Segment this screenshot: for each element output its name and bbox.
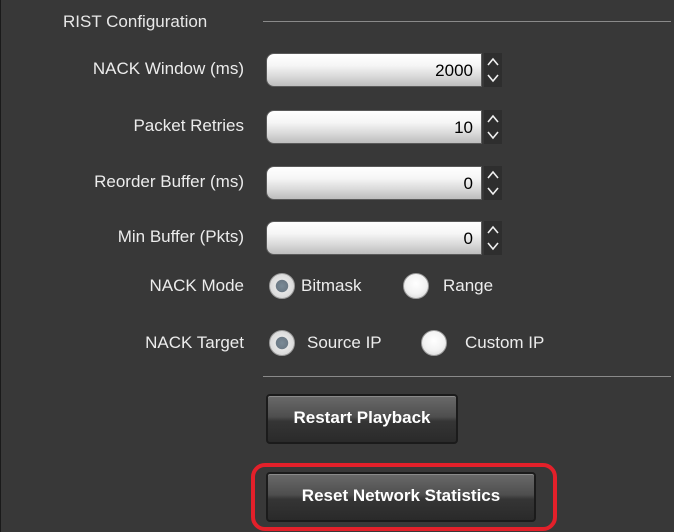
reorder-buffer-label: Reorder Buffer (ms) xyxy=(94,172,244,191)
min-buffer-label: Min Buffer (Pkts) xyxy=(117,227,244,246)
packet-retries-value: 10 xyxy=(454,118,473,137)
packet-retries-input[interactable]: 10 xyxy=(266,110,482,144)
group-title: RIST Configuration xyxy=(63,12,208,31)
rist-configuration-panel: RIST Configuration NACK Window (ms) 2000… xyxy=(0,0,674,532)
chevron-down-icon[interactable] xyxy=(486,239,500,253)
reset-network-statistics-button[interactable]: Reset Network Statistics xyxy=(266,472,536,522)
chevron-up-icon[interactable] xyxy=(486,55,500,69)
nack-target-source-ip-radio[interactable] xyxy=(269,330,295,356)
nack-target-custom-ip-label: Custom IP xyxy=(465,333,545,352)
nack-mode-range-radio[interactable] xyxy=(403,273,429,299)
nack-mode-range-label: Range xyxy=(443,276,494,295)
chevron-up-icon[interactable] xyxy=(486,168,500,182)
nack-target-custom-ip-radio[interactable] xyxy=(421,330,447,356)
chevron-up-icon[interactable] xyxy=(486,223,500,237)
reorder-buffer-value: 0 xyxy=(463,174,473,193)
group-divider xyxy=(263,21,671,22)
packet-retries-stepper xyxy=(484,110,502,144)
chevron-down-icon[interactable] xyxy=(486,184,500,198)
reorder-buffer-input[interactable]: 0 xyxy=(266,166,482,200)
min-buffer-stepper xyxy=(484,221,502,255)
nack-mode-label: NACK Mode xyxy=(149,276,244,295)
nack-window-value: 2000 xyxy=(435,61,473,80)
nack-mode-bitmask-radio[interactable] xyxy=(269,273,295,299)
restart-playback-button[interactable]: Restart Playback xyxy=(266,394,458,444)
nack-window-stepper xyxy=(484,53,502,87)
nack-window-input[interactable]: 2000 xyxy=(266,53,482,87)
section-divider xyxy=(263,376,671,377)
packet-retries-label: Packet Retries xyxy=(133,116,244,135)
nack-target-label: NACK Target xyxy=(145,333,244,352)
chevron-up-icon[interactable] xyxy=(486,112,500,126)
reorder-buffer-stepper xyxy=(484,166,502,200)
nack-window-label: NACK Window (ms) xyxy=(92,59,244,78)
nack-target-source-ip-label: Source IP xyxy=(307,333,382,352)
min-buffer-value: 0 xyxy=(463,229,473,248)
min-buffer-input[interactable]: 0 xyxy=(266,221,482,255)
nack-mode-bitmask-label: Bitmask xyxy=(301,276,362,295)
chevron-down-icon[interactable] xyxy=(486,71,500,85)
chevron-down-icon[interactable] xyxy=(486,128,500,142)
